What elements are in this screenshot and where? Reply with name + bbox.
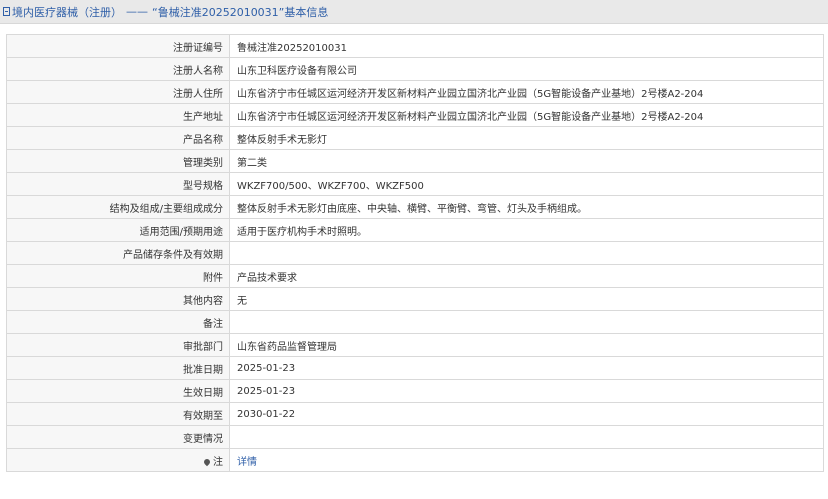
- row-value: [229, 310, 824, 334]
- row-label: 批准日期: [6, 356, 230, 380]
- table-row: 注册证编号 鲁械注准20252010031: [6, 34, 824, 58]
- row-value: 整体反射手术无影灯: [229, 126, 824, 150]
- row-label: 有效期至: [6, 402, 230, 426]
- row-label: 注册证编号: [6, 34, 230, 58]
- table-row: 有效期至 2030-01-22: [6, 402, 824, 426]
- table-row: 产品名称 整体反射手术无影灯: [6, 126, 824, 150]
- row-value: 山东省济宁市任城区运河经济开发区新材料产业园立国济北产业园（5G智能设备产业基地…: [229, 103, 824, 127]
- info-table: 注册证编号 鲁械注准20252010031 注册人名称 山东卫科医疗设备有限公司…: [6, 34, 824, 472]
- table-row: 附件 产品技术要求: [6, 264, 824, 288]
- table-row: 结构及组成/主要组成成分 整体反射手术无影灯由底座、中央轴、横臂、平衡臂、弯管、…: [6, 195, 824, 219]
- document-icon: [3, 7, 10, 16]
- row-label: 注册人住所: [6, 80, 230, 104]
- table-row: 型号规格 WKZF700/500、WKZF700、WKZF500: [6, 172, 824, 196]
- row-label: 审批部门: [6, 333, 230, 357]
- row-value: 山东卫科医疗设备有限公司: [229, 57, 824, 81]
- row-value: 鲁械注准20252010031: [229, 34, 824, 58]
- table-row: 适用范围/预期用途 适用于医疗机构手术时照明。: [6, 218, 824, 242]
- row-label: 适用范围/预期用途: [6, 218, 230, 242]
- table-row-note: 注 详情: [6, 448, 824, 472]
- note-label: 注: [213, 456, 223, 468]
- row-value: [229, 241, 824, 265]
- info-pin-icon: [202, 457, 212, 466]
- row-label: 管理类别: [6, 149, 230, 173]
- row-value: 产品技术要求: [229, 264, 824, 288]
- note-label-cell: 注: [6, 448, 230, 472]
- table-row: 变更情况: [6, 425, 824, 449]
- breadcrumb-section[interactable]: 境内医疗器械（注册）: [12, 4, 122, 20]
- row-label: 附件: [6, 264, 230, 288]
- note-value-cell: 详情: [229, 448, 824, 472]
- row-value: 2025-01-23: [229, 379, 824, 403]
- row-value: 无: [229, 287, 824, 311]
- row-label: 生效日期: [6, 379, 230, 403]
- details-link[interactable]: 详情: [237, 457, 257, 468]
- table-row: 生产地址 山东省济宁市任城区运河经济开发区新材料产业园立国济北产业园（5G智能设…: [6, 103, 824, 127]
- row-label: 其他内容: [6, 287, 230, 311]
- table-row: 注册人名称 山东卫科医疗设备有限公司: [6, 57, 824, 81]
- table-row: 注册人住所 山东省济宁市任城区运河经济开发区新材料产业园立国济北产业园（5G智能…: [6, 80, 824, 104]
- table-row: 其他内容 无: [6, 287, 824, 311]
- table-row: 管理类别 第二类: [6, 149, 824, 173]
- row-label: 变更情况: [6, 425, 230, 449]
- row-value: WKZF700/500、WKZF700、WKZF500: [229, 172, 824, 196]
- row-value: 2025-01-23: [229, 356, 824, 380]
- row-label: 型号规格: [6, 172, 230, 196]
- row-label: 结构及组成/主要组成成分: [6, 195, 230, 219]
- row-value: 山东省济宁市任城区运河经济开发区新材料产业园立国济北产业园（5G智能设备产业基地…: [229, 80, 824, 104]
- table-row: 备注: [6, 310, 824, 334]
- row-label: 注册人名称: [6, 57, 230, 81]
- table-row: 审批部门 山东省药品监督管理局: [6, 333, 824, 357]
- row-value: [229, 425, 824, 449]
- row-value: 适用于医疗机构手术时照明。: [229, 218, 824, 242]
- row-value: 2030-01-22: [229, 402, 824, 426]
- row-value: 第二类: [229, 149, 824, 173]
- row-label: 生产地址: [6, 103, 230, 127]
- row-label: 产品名称: [6, 126, 230, 150]
- page-header: 境内医疗器械（注册） —— “鲁械注准20252010031”基本信息: [0, 0, 828, 24]
- row-label: 产品储存条件及有效期: [6, 241, 230, 265]
- row-label: 备注: [6, 310, 230, 334]
- table-row: 批准日期 2025-01-23: [6, 356, 824, 380]
- row-value: 整体反射手术无影灯由底座、中央轴、横臂、平衡臂、弯管、灯头及手柄组成。: [229, 195, 824, 219]
- row-value: 山东省药品监督管理局: [229, 333, 824, 357]
- breadcrumb-separator: ——: [126, 5, 148, 18]
- table-row: 产品储存条件及有效期: [6, 241, 824, 265]
- table-row: 生效日期 2025-01-23: [6, 379, 824, 403]
- page-title: “鲁械注准20252010031”基本信息: [152, 5, 329, 19]
